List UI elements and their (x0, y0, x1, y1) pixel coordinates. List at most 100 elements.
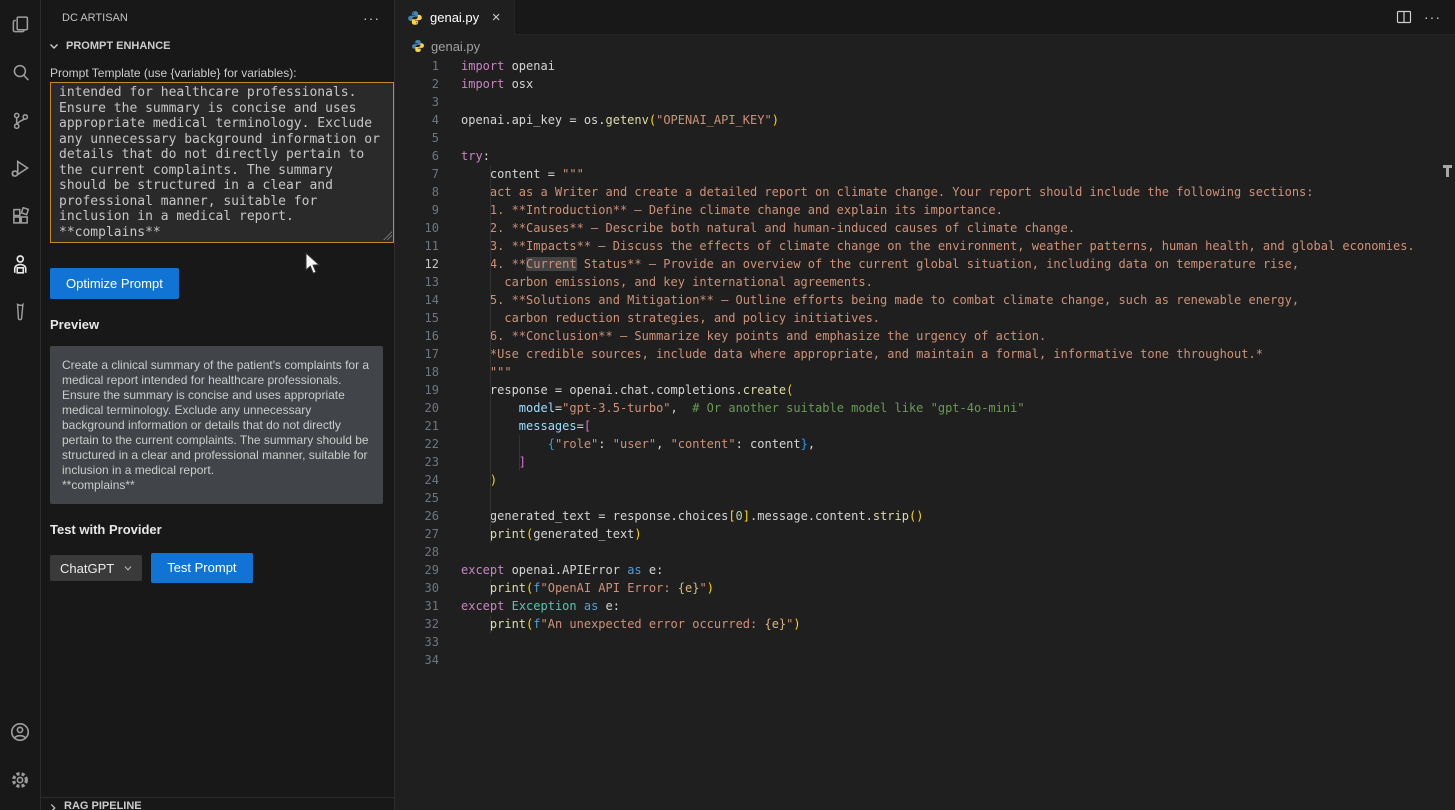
line-number[interactable]: 20 (395, 399, 439, 417)
code-line[interactable]: 28 (395, 543, 1455, 561)
line-number[interactable]: 15 (395, 309, 439, 327)
code-line[interactable]: 4openai.api_key = os.getenv("OPENAI_API_… (395, 111, 1455, 129)
code-line[interactable]: 9 1. **Introduction** – Define climate c… (395, 201, 1455, 219)
line-number[interactable]: 31 (395, 597, 439, 615)
tab-genai-py[interactable]: genai.py × (395, 0, 515, 35)
code-line[interactable]: 6try: (395, 147, 1455, 165)
line-number[interactable]: 34 (395, 651, 439, 669)
code-line[interactable]: 30 print(f"OpenAI API Error: {e}") (395, 579, 1455, 597)
line-number[interactable]: 7 (395, 165, 439, 183)
line-number[interactable]: 16 (395, 327, 439, 345)
explorer-icon[interactable] (0, 0, 41, 48)
code-line[interactable]: 12 4. **Current Status** – Provide an ov… (395, 255, 1455, 273)
code-line[interactable]: 21 messages=[ (395, 417, 1455, 435)
line-number[interactable]: 29 (395, 561, 439, 579)
code-line[interactable]: 16 6. **Conclusion** – Summarize key poi… (395, 327, 1455, 345)
extensions-icon[interactable] (0, 192, 41, 240)
breadcrumb-file: genai.py (431, 39, 480, 54)
line-number[interactable]: 9 (395, 201, 439, 219)
code-line[interactable]: 25 (395, 489, 1455, 507)
code-line[interactable]: 10 2. **Causes** – Describe both natural… (395, 219, 1455, 237)
source-control-icon[interactable] (0, 96, 41, 144)
line-number[interactable]: 8 (395, 183, 439, 201)
code-line[interactable]: 3 (395, 93, 1455, 111)
python-file-icon (407, 10, 423, 26)
line-number[interactable]: 1 (395, 57, 439, 75)
code-line[interactable]: 34 (395, 651, 1455, 669)
line-number[interactable]: 3 (395, 93, 439, 111)
breadcrumb[interactable]: genai.py (395, 35, 1455, 57)
code-line[interactable]: 32 print(f"An unexpected error occurred:… (395, 615, 1455, 633)
tab-bar: genai.py × ··· (395, 0, 1455, 35)
code-line[interactable]: 8 act as a Writer and create a detailed … (395, 183, 1455, 201)
search-icon[interactable] (0, 48, 41, 96)
code-line[interactable]: 2import osx (395, 75, 1455, 93)
line-number[interactable]: 19 (395, 381, 439, 399)
provider-select[interactable]: ChatGPT (50, 555, 142, 581)
line-number[interactable]: 10 (395, 219, 439, 237)
code-line[interactable]: 18 """ (395, 363, 1455, 381)
code-line[interactable]: 23 ] (395, 453, 1455, 471)
line-number[interactable]: 32 (395, 615, 439, 633)
run-debug-icon[interactable] (0, 144, 41, 192)
optimize-prompt-button[interactable]: Optimize Prompt (50, 268, 179, 299)
code-line[interactable]: 22 {"role": "user", "content": content}, (395, 435, 1455, 453)
code-line[interactable]: 26 generated_text = response.choices[0].… (395, 507, 1455, 525)
activity-bar (0, 0, 41, 810)
code-editor[interactable]: 1import openai2import osx34openai.api_ke… (395, 57, 1455, 669)
notebook-icon[interactable] (0, 288, 41, 336)
line-number[interactable]: 17 (395, 345, 439, 363)
line-number[interactable]: 6 (395, 147, 439, 165)
code-line[interactable]: 14 5. **Solutions and Mitigation** – Out… (395, 291, 1455, 309)
line-number[interactable]: 12 (395, 255, 439, 273)
code-line[interactable]: 5 (395, 129, 1455, 147)
line-number[interactable]: 33 (395, 633, 439, 651)
editor-more-actions-icon[interactable]: ··· (1424, 9, 1441, 25)
line-number[interactable]: 22 (395, 435, 439, 453)
line-number[interactable]: 5 (395, 129, 439, 147)
code-line[interactable]: 24 ) (395, 471, 1455, 489)
prompt-template-textarea[interactable]: intended for healthcare professionals. E… (50, 82, 394, 243)
code-line[interactable]: 27 print(generated_text) (395, 525, 1455, 543)
section-prompt-enhance[interactable]: PROMPT ENHANCE (41, 35, 394, 57)
line-number[interactable]: 28 (395, 543, 439, 561)
line-number[interactable]: 25 (395, 489, 439, 507)
section-rag-pipeline-label: RAG PIPELINE (64, 800, 142, 810)
code-line[interactable]: 29except openai.APIError as e: (395, 561, 1455, 579)
sidebar-more-actions-icon[interactable]: ··· (363, 10, 380, 26)
vscode-window: DC ARTISAN ··· PROMPT ENHANCE Prompt Tem… (0, 0, 1455, 810)
chevron-right-icon (46, 801, 60, 810)
provider-select-value: ChatGPT (60, 561, 114, 576)
python-file-icon (411, 39, 425, 53)
settings-gear-icon[interactable] (0, 756, 41, 804)
code-line[interactable]: 11 3. **Impacts** – Discuss the effects … (395, 237, 1455, 255)
line-number[interactable]: 13 (395, 273, 439, 291)
code-line[interactable]: 19 response = openai.chat.completions.cr… (395, 381, 1455, 399)
line-number[interactable]: 11 (395, 237, 439, 255)
code-line[interactable]: 13 carbon emissions, and key internation… (395, 273, 1455, 291)
account-icon[interactable] (0, 708, 41, 756)
split-editor-icon[interactable] (1396, 9, 1412, 25)
code-line[interactable]: 7 content = """ (395, 165, 1455, 183)
line-number[interactable]: 23 (395, 453, 439, 471)
line-number[interactable]: 26 (395, 507, 439, 525)
tab-close-icon[interactable]: × (486, 8, 506, 28)
section-rag-pipeline[interactable]: RAG PIPELINE (41, 797, 395, 810)
code-line[interactable]: 1import openai (395, 57, 1455, 75)
dc-artisan-person-icon[interactable] (0, 240, 41, 288)
code-line[interactable]: 33 (395, 633, 1455, 651)
line-number[interactable]: 14 (395, 291, 439, 309)
code-line[interactable]: 20 model="gpt-3.5-turbo", # Or another s… (395, 399, 1455, 417)
line-number[interactable]: 2 (395, 75, 439, 93)
line-number[interactable]: 4 (395, 111, 439, 129)
code-line[interactable]: 17 *Use credible sources, include data w… (395, 345, 1455, 363)
line-number[interactable]: 27 (395, 525, 439, 543)
code-line[interactable]: 15 carbon reduction strategies, and poli… (395, 309, 1455, 327)
line-number[interactable]: 24 (395, 471, 439, 489)
preview-heading: Preview (50, 317, 384, 332)
line-number[interactable]: 30 (395, 579, 439, 597)
line-number[interactable]: 21 (395, 417, 439, 435)
line-number[interactable]: 18 (395, 363, 439, 381)
code-line[interactable]: 31except Exception as e: (395, 597, 1455, 615)
test-prompt-button[interactable]: Test Prompt (151, 553, 252, 583)
